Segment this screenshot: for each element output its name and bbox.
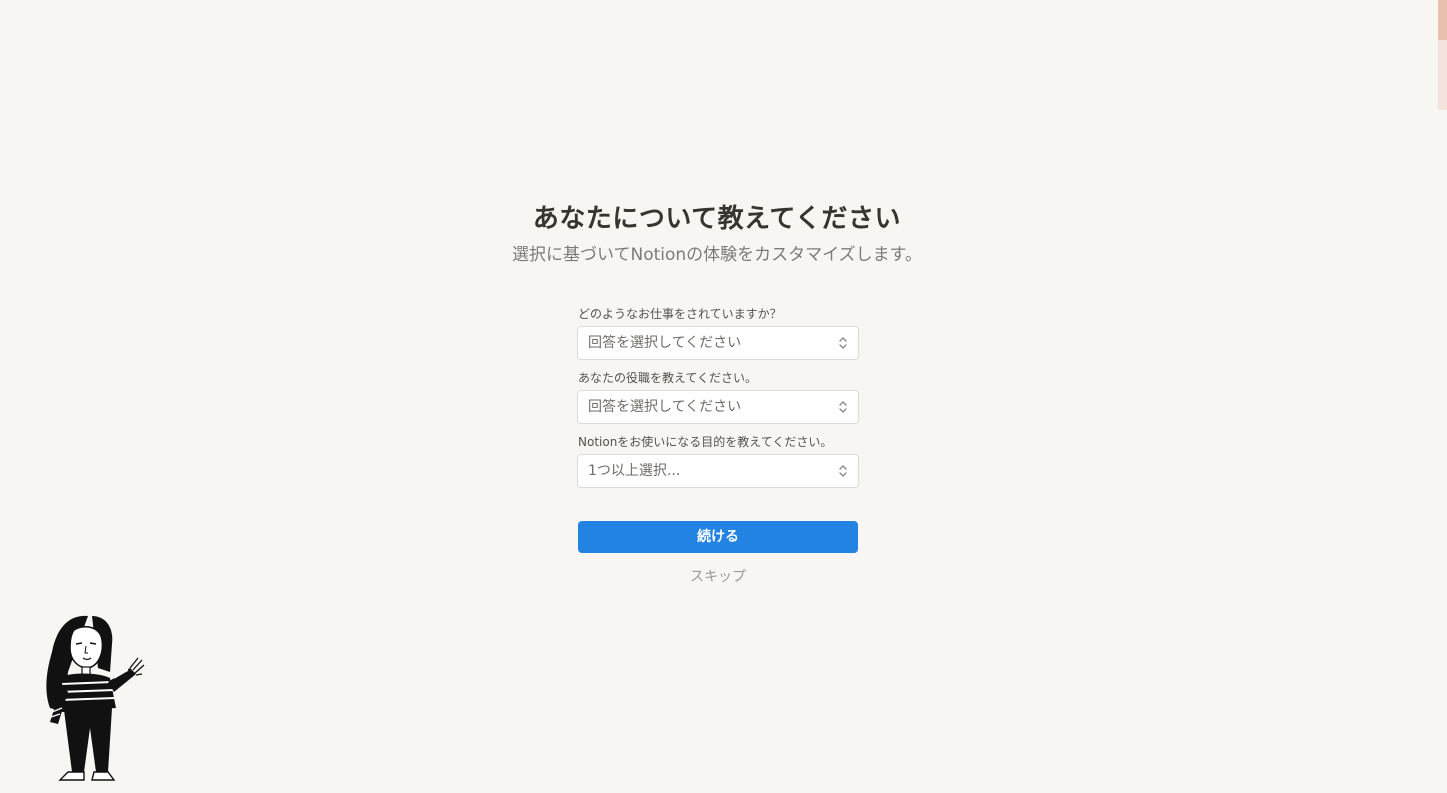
purpose-select[interactable]: 1つ以上選択...: [577, 454, 859, 488]
role-label: あなたの役職を教えてください。: [578, 371, 758, 385]
work-type-select[interactable]: 回答を選択してください: [577, 326, 859, 360]
purpose-group: Notionをお使いになる目的を教えてください。 1つ以上選択...: [577, 433, 859, 497]
role-select[interactable]: 回答を選択してください: [577, 390, 859, 424]
profile-form: どのようなお仕事をされていますか？ 回答を選択してください あなたの役職を教えて…: [577, 305, 859, 497]
work-type-label: どのようなお仕事をされていますか？: [578, 307, 782, 321]
skip-link[interactable]: スキップ: [578, 566, 858, 586]
work-type-group: どのようなお仕事をされていますか？ 回答を選択してください: [577, 305, 859, 369]
work-type-value: 回答を選択してください: [588, 335, 742, 351]
continue-button[interactable]: 続ける: [578, 521, 858, 553]
page-title: あなたについて教えてください: [532, 204, 902, 234]
chevron-up-down-icon: [839, 465, 847, 477]
purpose-label: Notionをお使いになる目的を教えてください。: [578, 435, 833, 449]
page-subtitle: 選択に基づいてNotionの体験をカスタマイズします。: [512, 245, 922, 265]
side-strip-accent: [1438, 0, 1447, 40]
side-scroll-strip: [1438, 0, 1447, 793]
onboarding-page: あなたについて教えてください 選択に基づいてNotionの体験をカスタマイズしま…: [0, 0, 1447, 793]
role-value: 回答を選択してください: [588, 399, 742, 415]
side-strip-accent-light: [1438, 40, 1447, 110]
person-waving-illustration: [46, 615, 145, 781]
chevron-up-down-icon: [839, 337, 847, 349]
chevron-up-down-icon: [839, 401, 847, 413]
purpose-value: 1つ以上選択...: [588, 463, 681, 479]
role-group: あなたの役職を教えてください。 回答を選択してください: [577, 369, 859, 433]
